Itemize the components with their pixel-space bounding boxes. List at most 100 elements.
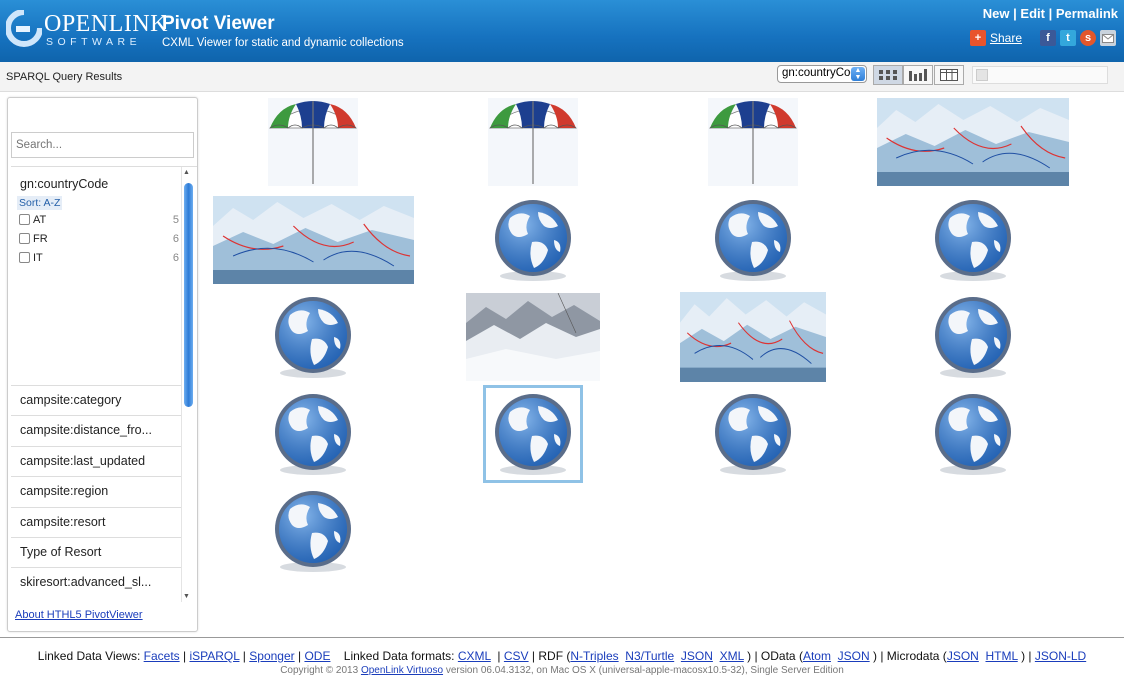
isparql-link[interactable]: iSPARQL (189, 649, 239, 663)
facet-type-of-resort[interactable]: Type of Resort (11, 537, 181, 567)
globe-icon[interactable] (708, 196, 798, 284)
facebook-icon[interactable]: f (1040, 30, 1056, 46)
share-link[interactable]: Share (990, 31, 1022, 45)
openlink-logo-icon (6, 10, 42, 47)
facet-option-count: 5 (172, 214, 179, 226)
ski-map-thumbnail[interactable] (877, 98, 1069, 186)
json-ld-link[interactable]: JSON-LD (1035, 649, 1086, 663)
share-plus-icon[interactable]: + (969, 30, 986, 46)
facet-campsite-distance[interactable]: campsite:distance_fro... (11, 415, 181, 445)
grid-view-icon (879, 70, 897, 80)
email-icon[interactable] (1100, 30, 1116, 46)
globe-icon[interactable] (708, 390, 798, 478)
umbrella-icon[interactable] (268, 98, 358, 186)
footer: Linked Data Views: Facets | iSPARQL | Sp… (0, 637, 1124, 685)
rdf-json-link[interactable]: JSON (681, 649, 713, 663)
facet-option-count: 6 (172, 233, 179, 245)
table-view-icon (940, 69, 958, 81)
globe-icon[interactable] (928, 293, 1018, 381)
facet-title-countrycode[interactable]: gn:countryCode (20, 177, 108, 191)
globe-icon[interactable] (268, 390, 358, 478)
facet-campsite-resort[interactable]: campsite:resort (11, 507, 181, 537)
sort-by-select[interactable]: gn:countryCode ▲ ▼ (777, 65, 867, 83)
facet-option-count: 6 (172, 252, 179, 264)
n3-turtle-link[interactable]: N3/Turtle (625, 649, 674, 663)
about-link[interactable]: About HTHL5 PivotViewer (15, 609, 143, 621)
ntriples-link[interactable]: N-Triples (570, 649, 618, 663)
facet-campsite-category[interactable]: campsite:category (11, 385, 181, 415)
search-input[interactable] (11, 132, 194, 158)
csv-link[interactable]: CSV (504, 649, 529, 663)
sort-az-toggle[interactable]: Sort: A-Z (17, 196, 63, 210)
share-row: + Share f t s (969, 29, 1116, 47)
rdf-label: RDF (538, 649, 564, 663)
app-subtitle: CXML Viewer for static and dynamic colle… (162, 37, 404, 49)
globe-icon[interactable] (928, 196, 1018, 284)
umbrella-icon[interactable] (708, 98, 798, 186)
ode-link[interactable]: ODE (304, 649, 330, 663)
bar-chart-view-button[interactable] (903, 65, 933, 85)
select-arrows-icon: ▲ ▼ (851, 67, 865, 81)
globe-icon[interactable] (268, 293, 358, 381)
facet-option-label: AT (33, 214, 47, 226)
odata-atom-link[interactable]: Atom (803, 649, 831, 663)
facet-campsite-region[interactable]: campsite:region (11, 476, 181, 506)
checkbox[interactable] (19, 252, 30, 263)
scroll-down-icon[interactable]: ▼ (183, 593, 190, 600)
bar-chart-view-icon (909, 69, 927, 81)
globe-icon[interactable] (488, 196, 578, 284)
logo-subtitle: SOFTWARE (46, 36, 142, 48)
facet-campsite-last-updated[interactable]: campsite:last_updated (11, 446, 181, 476)
new-link[interactable]: New (983, 6, 1010, 21)
facet-option-label: FR (33, 233, 48, 245)
microdata-json-link[interactable]: JSON (947, 649, 979, 663)
facet-option-at[interactable]: AT 5 (19, 214, 179, 226)
odata-label: OData (760, 649, 796, 663)
zoom-slider[interactable] (972, 66, 1108, 84)
umbrella-icon[interactable] (488, 98, 578, 186)
toolbar: SPARQL Query Results gn:countryCode ▲ ▼ (0, 62, 1124, 92)
copyright: Copyright © 2013 OpenLink Virtuoso versi… (0, 665, 1124, 676)
rdf-xml-link[interactable]: XML (720, 649, 744, 663)
facet-option-it[interactable]: IT 6 (19, 252, 179, 264)
facet-skiresort-advanced[interactable]: skiresort:advanced_sl... (11, 567, 181, 597)
results-label: SPARQL Query Results (6, 71, 123, 83)
checkbox[interactable] (19, 214, 30, 225)
facet-option-label: IT (33, 252, 43, 264)
scrollbar-thumb[interactable] (184, 183, 193, 407)
facet-option-fr[interactable]: FR 6 (19, 233, 179, 245)
photo-thumbnail[interactable] (466, 293, 600, 381)
globe-icon[interactable] (928, 390, 1018, 478)
facet-sidebar: gn:countryCode Sort: A-Z AT 5 FR 6 IT 6 … (7, 97, 198, 632)
logo-name: OPENLINK (44, 11, 168, 37)
odata-json-link[interactable]: JSON (838, 649, 870, 663)
facet-scrollbar[interactable]: ▲ ▼ (181, 167, 193, 602)
app-title: Pivot Viewer (162, 13, 275, 34)
openlink-logo[interactable]: OPENLINK SOFTWARE (6, 8, 168, 52)
edit-link[interactable]: Edit (1020, 6, 1045, 21)
facets-link[interactable]: Facets (144, 649, 180, 663)
microdata-html-link[interactable]: HTML (986, 649, 1018, 663)
globe-icon[interactable] (268, 487, 358, 575)
collection-grid (204, 92, 1124, 637)
linked-views-label: Linked Data Views: (37, 649, 141, 663)
grid-view-button[interactable] (873, 65, 903, 85)
formats-label: Linked Data formats: (343, 649, 455, 663)
virtuoso-link[interactable]: OpenLink Virtuoso (361, 665, 443, 676)
cxml-link[interactable]: CXML (458, 649, 491, 663)
checkbox[interactable] (19, 233, 30, 244)
ski-map-thumbnail[interactable] (680, 292, 826, 382)
permalink-link[interactable]: Permalink (1056, 6, 1118, 21)
ski-map-thumbnail[interactable] (212, 196, 414, 284)
zoom-slider-thumb[interactable] (976, 69, 988, 81)
stumbleupon-icon[interactable]: s (1080, 30, 1096, 46)
copyright-post: version 06.04.3132, on Mac OS X (univers… (445, 665, 844, 676)
twitter-icon[interactable]: t (1060, 30, 1076, 46)
sponger-link[interactable]: Sponger (249, 649, 294, 663)
microdata-label: Microdata (886, 649, 940, 663)
footer-links: Linked Data Views: Facets | iSPARQL | Sp… (37, 649, 1087, 663)
scroll-up-icon[interactable]: ▲ (183, 169, 190, 176)
table-view-button[interactable] (934, 65, 964, 85)
globe-icon[interactable] (483, 385, 583, 483)
copyright-pre: Copyright © 2013 (280, 665, 359, 676)
